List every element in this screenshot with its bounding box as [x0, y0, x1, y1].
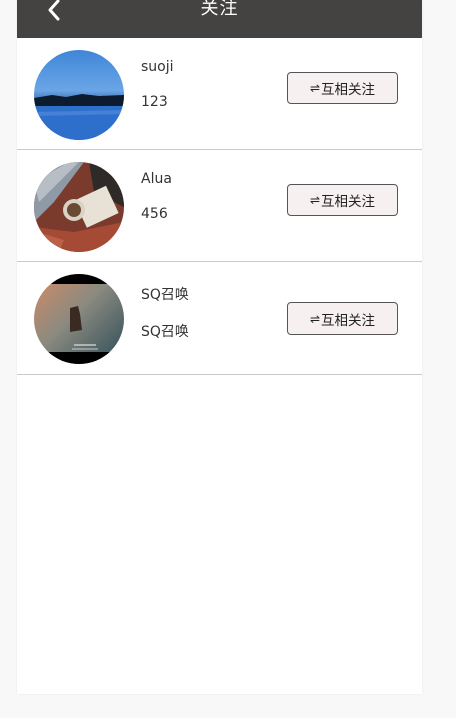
list-item[interactable]: Alua 456 ⇌ 互相关注	[17, 150, 422, 262]
avatar-image-lake	[34, 50, 124, 140]
swap-arrows-icon: ⇌	[309, 311, 321, 326]
avatar[interactable]	[34, 50, 124, 140]
user-name: suoji	[141, 59, 174, 75]
user-name: Alua	[141, 171, 172, 187]
avatar-image-sea	[34, 274, 124, 364]
user-subtitle: SQ召唤	[141, 324, 189, 340]
swap-arrows-icon: ⇌	[309, 193, 321, 207]
mutual-follow-label: 互相关注	[321, 82, 376, 98]
mutual-follow-label: 互相关注	[321, 194, 376, 210]
follow-list: suoji 123 ⇌ 互相关注 Alua 456 ⇌ 互相关注 SQ召唤 SQ…	[17, 38, 422, 375]
mutual-follow-button[interactable]: ⇌ 互相关注	[287, 184, 398, 216]
list-item[interactable]: suoji 123 ⇌ 互相关注	[17, 38, 422, 150]
avatar[interactable]	[34, 274, 124, 364]
app-screen: 关注 suoji 123 ⇌ 互相关注 Alua 456 ⇌ 互相关注 SQ召唤…	[17, 0, 422, 694]
top-navigation-bar: 关注	[17, 0, 422, 38]
mutual-follow-button[interactable]: ⇌ 互相关注	[287, 302, 398, 335]
list-item[interactable]: SQ召唤 SQ召唤 ⇌ 互相关注	[17, 262, 422, 375]
avatar-image-coffee	[34, 162, 124, 252]
mutual-follow-label: 互相关注	[321, 312, 376, 329]
swap-arrows-icon: ⇌	[309, 81, 321, 95]
user-subtitle: 456	[141, 206, 168, 222]
page-title: 关注	[200, 0, 239, 19]
avatar[interactable]	[34, 162, 124, 252]
user-subtitle: 123	[141, 94, 168, 110]
user-name: SQ召唤	[141, 287, 189, 303]
mutual-follow-button[interactable]: ⇌ 互相关注	[287, 72, 398, 104]
